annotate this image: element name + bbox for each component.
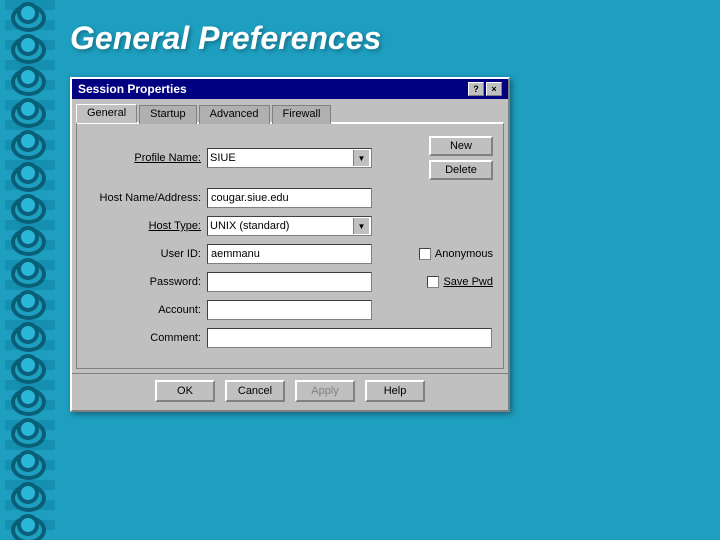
chain-links	[8, 0, 48, 540]
new-button[interactable]: New	[429, 136, 493, 156]
help-titlebar-button[interactable]: ?	[468, 82, 484, 96]
anonymous-checkbox[interactable]	[419, 248, 431, 260]
tab-general[interactable]: General	[76, 104, 137, 123]
titlebar-buttons: ? ×	[468, 82, 502, 96]
profile-name-dropdown-arrow[interactable]: ▼	[353, 150, 369, 166]
savepwd-checkbox[interactable]	[427, 276, 439, 288]
profile-side-buttons: New Delete	[429, 136, 493, 180]
host-type-row: Host Type: UNIX (standard) ▼	[87, 216, 493, 236]
password-input[interactable]	[207, 272, 372, 292]
user-id-label: User ID:	[87, 248, 207, 260]
comment-label: Comment:	[87, 332, 207, 344]
account-row: Account:	[87, 300, 493, 320]
help-button[interactable]: Help	[365, 380, 425, 402]
password-label: Password:	[87, 276, 207, 288]
profile-name-label: Profile Name:	[87, 152, 207, 164]
account-label: Account:	[87, 304, 207, 316]
account-input[interactable]	[207, 300, 372, 320]
savepwd-label: Save Pwd	[443, 276, 493, 288]
main-content: General Preferences Session Properties ?…	[60, 0, 720, 540]
user-id-row: User ID: Anonymous	[87, 244, 493, 264]
host-name-label: Host Name/Address:	[87, 192, 207, 204]
tab-startup[interactable]: Startup	[139, 105, 196, 124]
apply-button[interactable]: Apply	[295, 380, 355, 402]
password-control: Save Pwd	[207, 272, 493, 292]
host-type-dropdown-arrow[interactable]: ▼	[353, 218, 369, 234]
host-name-control	[207, 188, 423, 208]
tab-firewall[interactable]: Firewall	[272, 105, 332, 124]
host-type-select[interactable]: UNIX (standard) ▼	[207, 216, 372, 236]
user-id-input[interactable]	[207, 244, 372, 264]
host-type-value: UNIX (standard)	[210, 220, 289, 232]
anonymous-label: Anonymous	[435, 248, 493, 260]
page-title: General Preferences	[70, 20, 700, 57]
delete-button[interactable]: Delete	[429, 160, 493, 180]
close-titlebar-button[interactable]: ×	[486, 82, 502, 96]
dialog-titlebar: Session Properties ? ×	[72, 79, 508, 99]
ok-button[interactable]: OK	[155, 380, 215, 402]
dialog-bottom-buttons: OK Cancel Apply Help	[72, 373, 508, 410]
user-id-control: Anonymous	[207, 244, 493, 264]
profile-name-row: Profile Name: SIUE ▼ New Delete	[87, 136, 493, 180]
comment-input[interactable]	[207, 328, 492, 348]
left-border-decoration	[0, 0, 60, 540]
host-type-control: UNIX (standard) ▼	[207, 216, 423, 236]
tabs-container: General Startup Advanced Firewall	[72, 99, 508, 122]
profile-name-select[interactable]: SIUE ▼	[207, 148, 372, 168]
tab-advanced[interactable]: Advanced	[199, 105, 270, 124]
comment-control	[207, 328, 493, 348]
session-properties-dialog: Session Properties ? × General Startup A…	[70, 77, 510, 412]
profile-name-value: SIUE	[210, 152, 236, 164]
dialog-body: Profile Name: SIUE ▼ New Delete Host Nam…	[76, 122, 504, 369]
host-name-input[interactable]	[207, 188, 372, 208]
host-type-label: Host Type:	[87, 220, 207, 232]
host-name-row: Host Name/Address:	[87, 188, 493, 208]
savepwd-checkbox-area: Save Pwd	[427, 276, 493, 288]
profile-name-control: SIUE ▼	[207, 148, 423, 168]
anonymous-checkbox-area: Anonymous	[419, 248, 493, 260]
cancel-button[interactable]: Cancel	[225, 380, 285, 402]
password-row: Password: Save Pwd	[87, 272, 493, 292]
account-control	[207, 300, 423, 320]
comment-row: Comment:	[87, 328, 493, 348]
dialog-title: Session Properties	[78, 82, 187, 96]
